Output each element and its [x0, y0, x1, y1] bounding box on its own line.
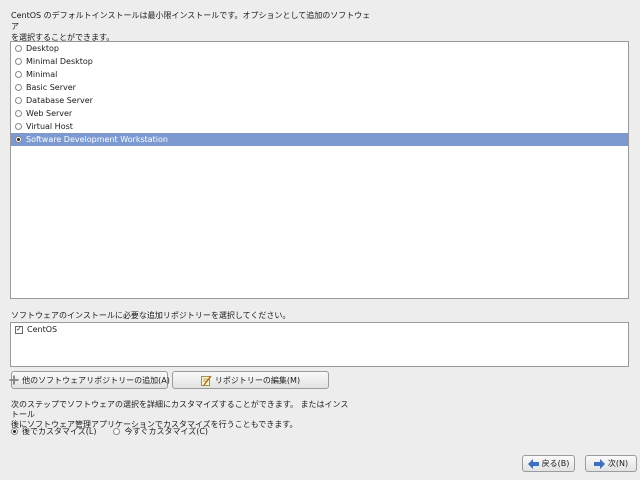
radio-button[interactable]: [15, 123, 22, 130]
radio-button[interactable]: [15, 71, 22, 78]
arrow-left-icon: [527, 458, 539, 469]
add-repository-button[interactable]: 他のソフトウェアリポジトリーの追加(A): [9, 371, 170, 389]
repository-list[interactable]: ✓ CentOS: [10, 322, 629, 367]
intro-text: CentOS のデフォルトインストールは最小限インストールです。オプションとして…: [11, 11, 371, 42]
radio-button[interactable]: [15, 97, 22, 104]
customize-later-label: 後でカスタマイズ(L): [22, 427, 97, 436]
arrow-right-icon: [593, 458, 605, 469]
customize-now-option[interactable]: 今すぐカスタマイズ(C): [113, 426, 208, 437]
customize-now-label: 今すぐカスタマイズ(C): [124, 427, 209, 436]
back-button[interactable]: 戻る(B): [522, 455, 575, 472]
edit-repository-label: リポジトリーの編集(M): [214, 375, 301, 385]
list-item-virtual-host[interactable]: Virtual Host: [11, 120, 628, 133]
list-item-label: Virtual Host: [26, 122, 73, 131]
list-item-minimal[interactable]: Minimal: [11, 68, 628, 81]
radio-button-selected[interactable]: [11, 428, 18, 435]
list-item-web-server[interactable]: Web Server: [11, 107, 628, 120]
customize-later-option[interactable]: 後でカスタマイズ(L): [11, 426, 96, 437]
list-item-label: Web Server: [26, 109, 73, 118]
list-item-basic-server[interactable]: Basic Server: [11, 81, 628, 94]
list-item-label: Software Development Workstation: [26, 135, 168, 144]
add-repository-label: 他のソフトウェアリポジトリーの追加(A): [22, 375, 170, 385]
plus-icon: [9, 375, 19, 385]
radio-button-selected[interactable]: [15, 136, 22, 143]
list-item-label: Minimal: [26, 70, 58, 79]
next-label: 次(N): [607, 459, 629, 468]
radio-button[interactable]: [15, 110, 22, 117]
customize-options: 後でカスタマイズ(L) 今すぐカスタマイズ(C): [11, 426, 225, 437]
radio-button[interactable]: [15, 45, 22, 52]
next-button[interactable]: 次(N): [585, 455, 637, 472]
repository-item-label: CentOS: [27, 325, 58, 334]
list-item-label: Minimal Desktop: [26, 57, 93, 66]
repository-item-centos[interactable]: ✓ CentOS: [11, 323, 628, 336]
repository-label: ソフトウェアのインストールに必要な追加リポジトリーを選択してください。: [11, 311, 291, 320]
list-item-desktop[interactable]: Desktop: [11, 42, 628, 55]
radio-button[interactable]: [15, 84, 22, 91]
checkbox-checked[interactable]: ✓: [15, 325, 23, 334]
list-item-label: Desktop: [26, 44, 59, 53]
environment-list[interactable]: Desktop Minimal Desktop Minimal Basic Se…: [10, 41, 629, 299]
list-item-database-server[interactable]: Database Server: [11, 94, 628, 107]
back-label: 戻る(B): [541, 459, 570, 468]
radio-button[interactable]: [113, 428, 121, 435]
radio-button[interactable]: [15, 58, 22, 65]
list-item-label: Database Server: [26, 96, 93, 105]
list-item-label: Basic Server: [26, 83, 76, 92]
edit-icon: [201, 375, 212, 386]
list-item-software-development-workstation[interactable]: Software Development Workstation: [11, 133, 628, 146]
list-item-minimal-desktop[interactable]: Minimal Desktop: [11, 55, 628, 68]
edit-repository-button[interactable]: リポジトリーの編集(M): [172, 371, 329, 389]
